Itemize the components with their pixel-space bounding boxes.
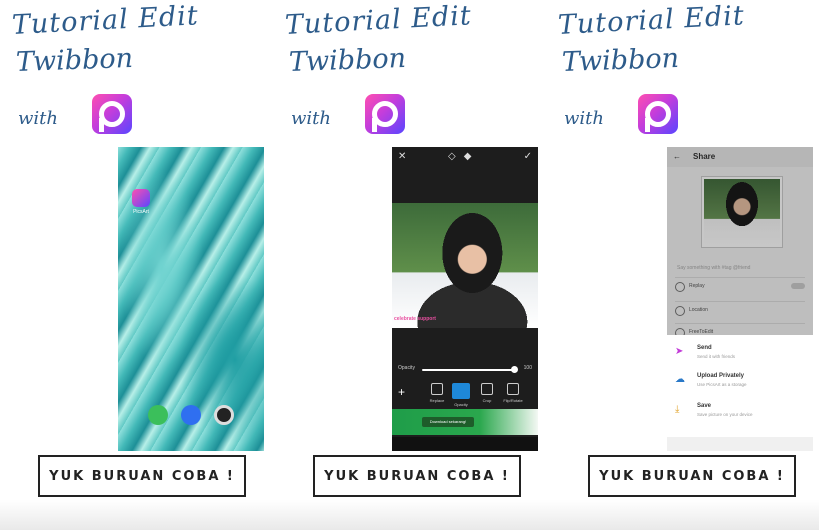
panel-share: Tutorial Edit Twibbon with ← Share Say s… (546, 0, 819, 530)
dim-overlay (667, 147, 813, 335)
option-save[interactable]: ⤓ Save Save picture on your device (675, 401, 807, 429)
tool-label: Opacity (454, 402, 468, 407)
panel-home-screen: Tutorial Edit Twibbon with PicsArt YUK B… (0, 0, 273, 530)
tool-crop[interactable]: Crop (476, 383, 498, 403)
opacity-label: Opacity (398, 365, 415, 371)
picsart-logo-icon (638, 94, 678, 134)
tool-replace[interactable]: Replace (426, 383, 448, 403)
option-name: Send (697, 345, 712, 351)
phone-screenshot: ← Share Say something with #tag @friend … (667, 147, 813, 451)
cta-button[interactable]: YUK BURUAN COBA ! (313, 455, 521, 497)
panel-title: Tutorial Edit Twibbon with (557, 0, 808, 134)
slider-knob[interactable] (511, 366, 518, 373)
title-with: with (18, 108, 58, 129)
tool-label: Flip/Rotate (503, 398, 523, 403)
title-line-2: Twibbon (288, 42, 407, 78)
cta-button[interactable]: YUK BURUAN COBA ! (38, 455, 246, 497)
title-line-1: Tutorial Edit (284, 0, 473, 41)
option-send[interactable]: ➤ Send Send it with friends (675, 343, 807, 371)
tool-bar: + Replace Opacity Crop Flip/Rotate (392, 383, 538, 409)
phone-screenshot: ✕ ◇◆ ✓ celebrate support Opacity 100 + R… (392, 147, 538, 451)
ad-banner[interactable]: Download sekarang! (392, 409, 538, 435)
option-upload-privately[interactable]: ☁ Upload Privately Use PicsArt as a stor… (675, 371, 807, 399)
tool-label: Crop (482, 398, 492, 403)
photo-tag: celebrate support (394, 316, 436, 322)
option-desc: Save picture on your device (697, 412, 753, 417)
cloud-upload-icon: ☁ (675, 374, 685, 385)
phone-call-icon[interactable] (148, 405, 168, 425)
panel-title: Tutorial Edit Twibbon with (284, 0, 535, 134)
title-line-2: Twibbon (561, 42, 680, 78)
slider-track[interactable] (422, 369, 516, 371)
picsart-logo-icon (92, 94, 132, 134)
add-icon[interactable]: + (398, 385, 405, 399)
eraser-icon[interactable]: ◇◆ (448, 151, 479, 162)
opacity-value: 100 (523, 365, 532, 371)
app-label: PicsArt (133, 209, 149, 215)
picsart-logo-icon (365, 94, 405, 134)
title-line-1: Tutorial Edit (11, 0, 200, 41)
opacity-slider[interactable]: Opacity 100 (398, 365, 532, 375)
browser-icon[interactable] (181, 405, 201, 425)
title-with: with (291, 108, 331, 129)
cta-button[interactable]: YUK BURUAN COBA ! (588, 455, 796, 497)
tool-label: Replace (429, 398, 445, 403)
camera-icon[interactable] (214, 405, 234, 425)
system-nav-bar (667, 437, 813, 451)
title-line-1: Tutorial Edit (557, 0, 746, 41)
system-nav-bar (392, 437, 538, 451)
bottom-sheet: ➤ Send Send it with friends ☁ Upload Pri… (667, 335, 813, 437)
editor-toolbar: ✕ ◇◆ ✓ (392, 147, 538, 169)
option-desc: Use PicsArt as a storage (697, 382, 747, 387)
dock (118, 405, 264, 429)
panel-editor: Tutorial Edit Twibbon with ✕ ◇◆ ✓ celebr… (273, 0, 546, 530)
title-with: with (564, 108, 604, 129)
check-icon[interactable]: ✓ (524, 151, 532, 162)
option-name: Save (697, 403, 712, 409)
option-desc: Send it with friends (697, 354, 736, 359)
banner-button[interactable]: Download sekarang! (422, 417, 474, 427)
tool-opacity[interactable]: Opacity (450, 383, 472, 407)
floor-shadow (0, 500, 819, 530)
title-line-2: Twibbon (15, 42, 134, 78)
picsart-app-icon[interactable] (132, 189, 150, 207)
tool-flip-rotate[interactable]: Flip/Rotate (502, 383, 524, 403)
option-name: Upload Privately (697, 373, 745, 379)
download-icon: ⤓ (675, 404, 680, 415)
panel-title: Tutorial Edit Twibbon with (11, 0, 262, 134)
phone-screenshot: PicsArt (118, 147, 264, 451)
photo-canvas[interactable]: celebrate support (392, 203, 538, 328)
close-icon[interactable]: ✕ (398, 151, 406, 162)
send-icon: ➤ (675, 346, 684, 357)
